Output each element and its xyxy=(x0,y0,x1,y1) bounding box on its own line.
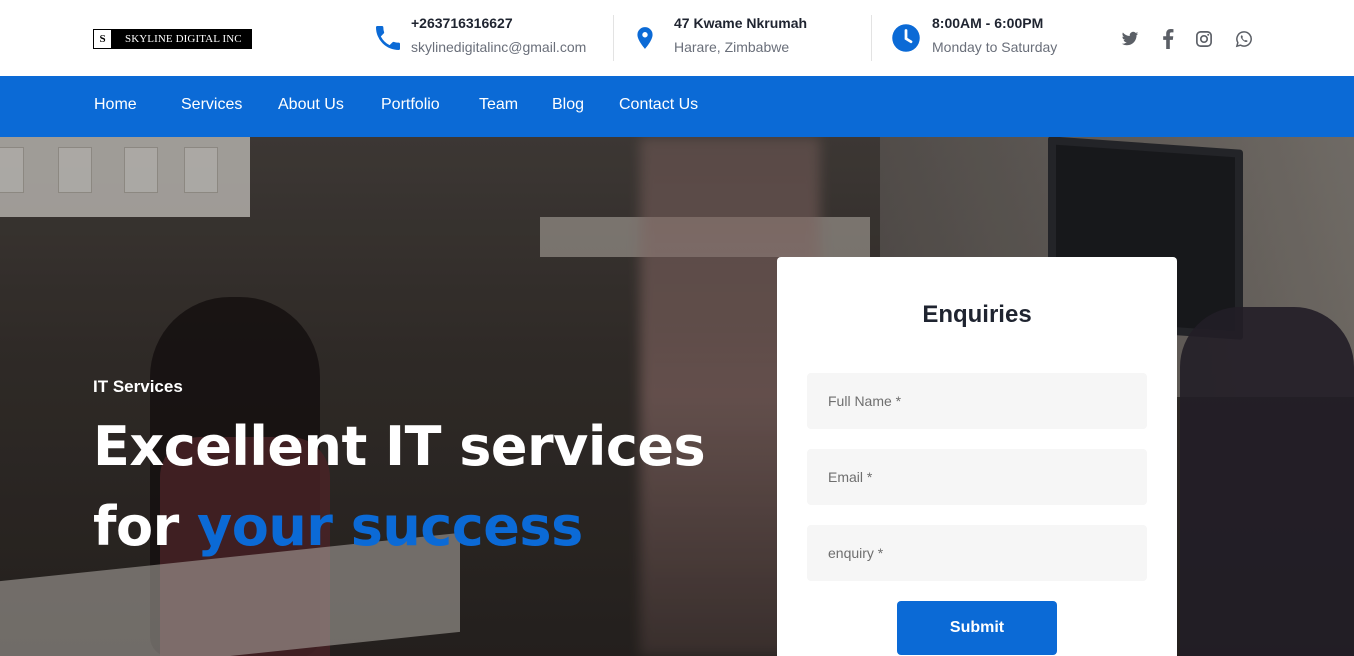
nav-about-us[interactable]: About Us xyxy=(278,96,344,114)
site-logo[interactable]: S SKYLINE DIGITAL INC xyxy=(93,29,252,49)
contact-hours: 8:00AM - 6:00PM Monday to Saturday xyxy=(888,12,1057,60)
phone-number[interactable]: +263716316627 xyxy=(411,12,586,34)
submit-button[interactable]: Submit xyxy=(897,601,1057,655)
hero-headline: Excellent IT services for your success xyxy=(93,407,706,567)
nav-blog[interactable]: Blog xyxy=(552,96,584,114)
phone-icon xyxy=(370,20,406,56)
enquiry-input[interactable] xyxy=(807,525,1147,581)
hero-kicker: IT Services xyxy=(93,377,183,396)
nav-team[interactable]: Team xyxy=(479,96,518,114)
contact-address: 47 Kwame Nkrumah Harare, Zimbabwe xyxy=(627,12,807,60)
facebook-icon[interactable] xyxy=(1157,28,1179,50)
nav-contact-us[interactable]: Contact Us xyxy=(619,96,698,114)
instagram-icon[interactable] xyxy=(1193,28,1215,50)
email-input[interactable] xyxy=(807,449,1147,505)
nav-home[interactable]: Home xyxy=(94,96,137,114)
divider xyxy=(613,15,614,61)
logo-text: SKYLINE DIGITAL INC xyxy=(125,33,242,45)
hero-headline-line1: Excellent IT services xyxy=(93,415,706,478)
top-bar: S SKYLINE DIGITAL INC +263716316627 skyl… xyxy=(0,0,1354,76)
contact-phone: +263716316627 skylinedigitalinc@gmail.co… xyxy=(370,12,586,60)
enquiry-title: Enquiries xyxy=(922,301,1032,328)
enquiry-form: Enquiries Submit xyxy=(777,257,1177,656)
hero-headline-accent: your success xyxy=(197,495,583,558)
address-city: Harare, Zimbabwe xyxy=(674,39,790,55)
nav-services[interactable]: Services xyxy=(181,96,242,114)
email-address[interactable]: skylinedigitalinc@gmail.com xyxy=(411,34,586,60)
whatsapp-icon[interactable] xyxy=(1233,28,1255,50)
hero-headline-prefix: for xyxy=(93,495,198,558)
full-name-input[interactable] xyxy=(807,373,1147,429)
nav-portfolio[interactable]: Portfolio xyxy=(381,96,440,114)
divider xyxy=(871,15,872,61)
clock-icon xyxy=(888,20,924,56)
main-nav: Home Services About Us Portfolio Team Bl… xyxy=(0,76,1354,137)
hours-days: Monday to Saturday xyxy=(932,39,1058,55)
logo-mark: S xyxy=(94,30,111,48)
twitter-icon[interactable] xyxy=(1119,28,1141,50)
address-line: 47 Kwame Nkrumah xyxy=(674,15,808,31)
hours-time: 8:00AM - 6:00PM xyxy=(932,15,1044,31)
location-pin-icon xyxy=(627,20,663,56)
